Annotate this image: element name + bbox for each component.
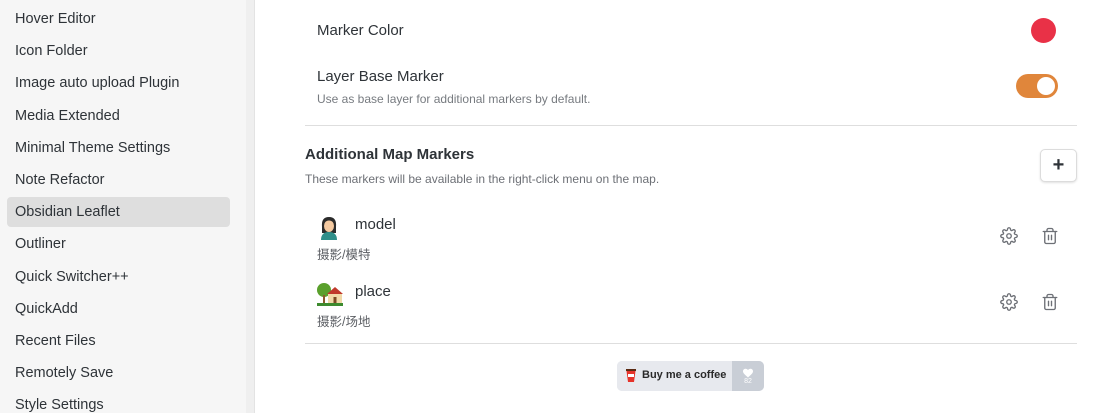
gear-icon[interactable] bbox=[998, 291, 1020, 313]
settings-sidebar: Hover Editor Icon Folder Image auto uplo… bbox=[0, 0, 255, 413]
layer-base-marker-toggle[interactable] bbox=[1016, 74, 1058, 98]
sidebar-item-obsidian-leaflet[interactable]: Obsidian Leaflet bbox=[7, 197, 230, 228]
sidebar-scrollbar[interactable] bbox=[246, 0, 254, 413]
marker-path: 摄影/模特 bbox=[317, 248, 371, 262]
sidebar-item-recent-files[interactable]: Recent Files bbox=[7, 326, 230, 356]
additional-markers-description: These markers will be available in the r… bbox=[305, 172, 660, 186]
layer-base-marker-label: Layer Base Marker bbox=[317, 68, 444, 85]
plugin-list: Hover Editor Icon Folder Image auto uplo… bbox=[7, 4, 230, 413]
sidebar-item-quick-switcher[interactable]: Quick Switcher++ bbox=[7, 262, 230, 292]
coffee-cup-icon bbox=[625, 368, 637, 388]
sidebar-item-remotely-save[interactable]: Remotely Save bbox=[7, 358, 230, 388]
house-with-garden-icon bbox=[316, 281, 344, 307]
trash-icon[interactable] bbox=[1039, 291, 1061, 313]
divider bbox=[305, 125, 1077, 126]
sidebar-item-minimal-theme-settings[interactable]: Minimal Theme Settings bbox=[7, 133, 230, 163]
sidebar-item-style-settings[interactable]: Style Settings bbox=[7, 390, 230, 413]
supporter-count: 82 bbox=[732, 361, 764, 391]
trash-icon[interactable] bbox=[1039, 225, 1061, 247]
marker-path: 摄影/场地 bbox=[317, 315, 371, 329]
additional-markers-title: Additional Map Markers bbox=[305, 146, 475, 163]
sidebar-item-icon-folder[interactable]: Icon Folder bbox=[7, 36, 230, 66]
supporter-count-value: 82 bbox=[744, 378, 752, 385]
marker-color-label: Marker Color bbox=[317, 22, 404, 39]
woman-emoji-icon bbox=[316, 214, 344, 240]
buy-me-a-coffee-button[interactable]: Buy me a coffee 82 bbox=[617, 361, 764, 391]
sidebar-item-image-auto-upload[interactable]: Image auto upload Plugin bbox=[7, 68, 230, 98]
marker-name: model bbox=[355, 216, 396, 233]
sidebar-item-media-extended[interactable]: Media Extended bbox=[7, 101, 230, 131]
add-marker-button[interactable]: + bbox=[1040, 149, 1077, 182]
marker-name: place bbox=[355, 283, 391, 300]
sidebar-item-quickadd[interactable]: QuickAdd bbox=[7, 294, 230, 324]
plugin-settings-panel: Marker Color Layer Base Marker Use as ba… bbox=[255, 0, 1115, 413]
sidebar-item-note-refactor[interactable]: Note Refactor bbox=[7, 165, 230, 195]
layer-base-marker-description: Use as base layer for additional markers… bbox=[317, 92, 591, 106]
coffee-label: Buy me a coffee bbox=[642, 369, 727, 381]
sidebar-item-hover-editor[interactable]: Hover Editor bbox=[7, 4, 230, 34]
gear-icon[interactable] bbox=[998, 225, 1020, 247]
sidebar-item-outliner[interactable]: Outliner bbox=[7, 229, 230, 259]
coffee-label-area: Buy me a coffee bbox=[617, 361, 732, 391]
marker-color-swatch[interactable] bbox=[1031, 18, 1056, 43]
marker-row-place: place 摄影/场地 bbox=[305, 277, 1077, 329]
marker-row-model: model 摄影/模特 bbox=[305, 210, 1077, 262]
toggle-knob bbox=[1037, 77, 1055, 95]
divider bbox=[305, 343, 1077, 344]
